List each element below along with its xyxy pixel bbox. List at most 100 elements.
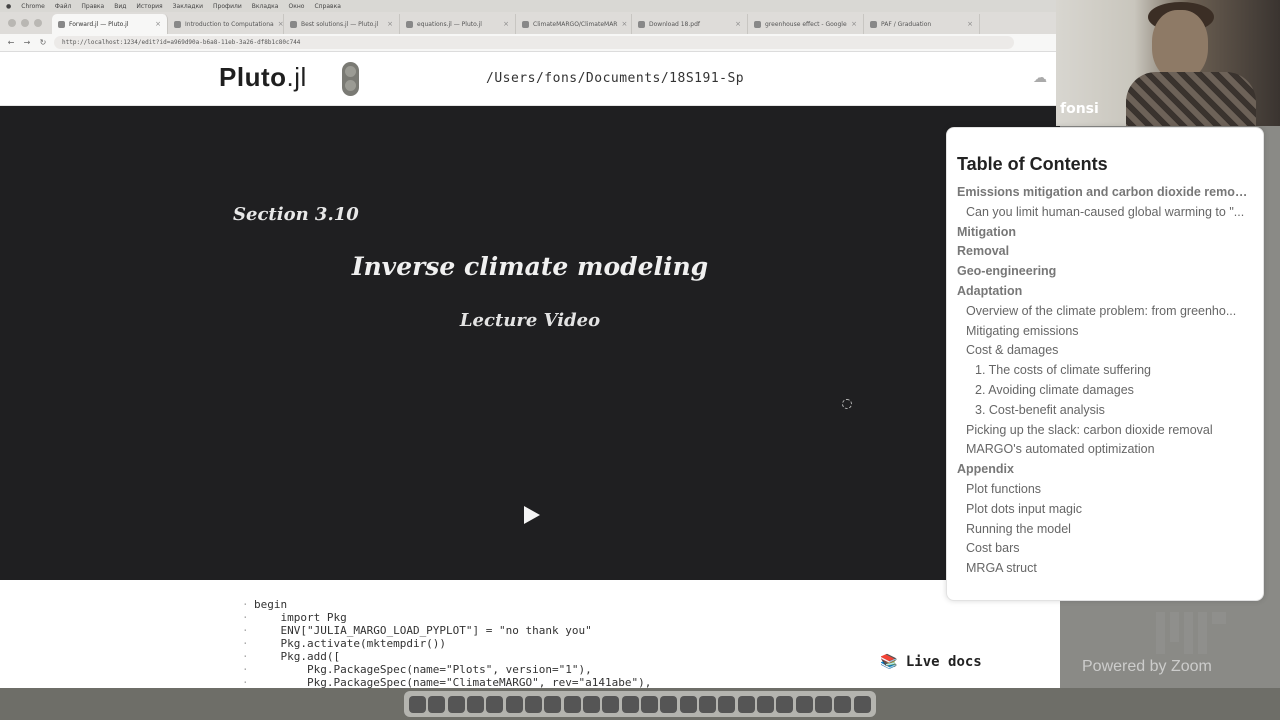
pluto-logo[interactable]: Pluto.jl	[219, 62, 307, 93]
forward-icon[interactable]: →	[22, 38, 32, 47]
browser-tab[interactable]: Introduction to Computationa ×	[168, 14, 284, 34]
dock-app-icon[interactable]	[699, 695, 717, 713]
toc-item[interactable]: Mitigation	[957, 225, 1253, 245]
close-tab-icon[interactable]: ×	[278, 20, 283, 28]
toc-item[interactable]: Adaptation	[957, 284, 1253, 304]
tab-favicon-icon	[638, 20, 645, 28]
close-tab-icon[interactable]: ×	[851, 20, 857, 28]
toc-item[interactable]: MARGO's automated optimization	[957, 442, 1253, 462]
toc-item[interactable]: 2. Avoiding climate damages	[957, 383, 1253, 403]
dock-app-icon[interactable]	[602, 695, 620, 713]
macos-dock	[404, 691, 876, 717]
close-tab-icon[interactable]: ×	[621, 20, 627, 28]
dock-app-icon[interactable]	[467, 695, 485, 713]
browser-tab[interactable]: greenhouse effect - Google ×	[748, 14, 864, 34]
url-input[interactable]: http://localhost:1234/edit?id=a969d90a-b…	[54, 36, 1014, 49]
toc-item[interactable]: MRGA struct	[957, 561, 1253, 581]
close-tab-icon[interactable]: ×	[735, 20, 741, 28]
toc-item[interactable]: Mitigating emissions	[957, 324, 1253, 344]
toc-item[interactable]: Plot dots input magic	[957, 502, 1253, 522]
browser-tab[interactable]: Forward.jl — Pluto.jl ×	[52, 14, 168, 34]
play-icon[interactable]	[524, 506, 540, 524]
menu-item[interactable]: Файл	[55, 3, 72, 10]
dock-app-icon[interactable]	[505, 695, 523, 713]
tab-label: equations.jl — Pluto.jl	[417, 20, 482, 28]
code-line: · Pkg.add([	[242, 650, 341, 663]
dock-app-icon[interactable]	[718, 695, 736, 713]
toc-item[interactable]: Overview of the climate problem: from gr…	[957, 304, 1253, 324]
toc-item[interactable]: Running the model	[957, 522, 1253, 542]
dock-app-icon[interactable]	[853, 695, 871, 713]
close-window-icon[interactable]	[8, 19, 16, 27]
address-bar: ← → ↻ http://localhost:1234/edit?id=a969…	[0, 34, 1060, 52]
dock-app-icon[interactable]	[621, 695, 639, 713]
toc-item[interactable]: Removal	[957, 244, 1253, 264]
browser-tab[interactable]: equations.jl — Pluto.jl ×	[400, 14, 516, 34]
logo-suffix: .jl	[286, 62, 307, 92]
dock-app-icon[interactable]	[660, 695, 678, 713]
close-tab-icon[interactable]: ×	[155, 20, 161, 28]
browser-tab[interactable]: ClimateMARGO/ClimateMAR ×	[516, 14, 632, 34]
menu-item[interactable]: Chrome	[21, 3, 45, 10]
menu-item[interactable]: Закладки	[173, 3, 203, 10]
toc-item[interactable]: Emissions mitigation and carbon dioxide …	[957, 185, 1253, 205]
code-cell[interactable]: · begin · import Pkg · ENV["JULIA_MARGO_L…	[222, 598, 862, 688]
dock-app-icon[interactable]	[834, 695, 852, 713]
dock-app-icon[interactable]	[544, 695, 562, 713]
menu-item[interactable]: Справка	[314, 3, 340, 10]
notebook-path-input[interactable]: /Users/fons/Documents/18S191-Spr	[486, 71, 744, 86]
browser-tab[interactable]: Download 18.pdf ×	[632, 14, 748, 34]
dock-app-icon[interactable]	[795, 695, 813, 713]
dock-app-icon[interactable]	[409, 695, 427, 713]
lecture-video-label: Lecture Video	[459, 310, 601, 331]
code-text: Pkg.PackageSpec(name="ClimateMARGO", rev…	[254, 676, 652, 688]
dock-app-icon[interactable]	[679, 695, 697, 713]
dock-app-icon[interactable]	[641, 695, 659, 713]
tab-favicon-icon	[406, 20, 413, 28]
toc-item[interactable]: Cost & damages	[957, 343, 1253, 363]
toc-item[interactable]: Picking up the slack: carbon dioxide rem…	[957, 423, 1253, 443]
toc-item[interactable]: Appendix	[957, 462, 1253, 482]
dock-app-icon[interactable]	[525, 695, 543, 713]
back-icon[interactable]: ←	[6, 38, 16, 47]
tab-label: ClimateMARGO/ClimateMAR	[533, 20, 618, 28]
browser-tab[interactable]: PAF / Graduation ×	[864, 14, 980, 34]
mit-logo-icon	[1156, 612, 1226, 654]
dock-app-icon[interactable]	[737, 695, 755, 713]
dock-app-icon[interactable]	[563, 695, 581, 713]
dock-app-icon[interactable]	[776, 695, 794, 713]
menu-item[interactable]: Профили	[213, 3, 242, 10]
dock-app-icon[interactable]	[428, 695, 446, 713]
dock-app-icon[interactable]	[447, 695, 465, 713]
toc-item[interactable]: Geo-engineering	[957, 264, 1253, 284]
code-text: Pkg.add([	[254, 650, 341, 663]
reload-icon[interactable]: ↻	[38, 38, 48, 47]
close-tab-icon[interactable]: ×	[967, 20, 973, 28]
menu-item[interactable]: Окно	[288, 3, 304, 10]
live-docs-button[interactable]: 📚 Live docs	[880, 654, 982, 670]
menu-item[interactable]: История	[136, 3, 162, 10]
save-status-icon[interactable]: ☁	[1033, 70, 1051, 86]
toc-item[interactable]: Cost bars	[957, 541, 1253, 561]
close-tab-icon[interactable]: ×	[387, 20, 393, 28]
minimize-window-icon[interactable]	[21, 19, 29, 27]
toc-item[interactable]: 1. The costs of climate suffering	[957, 363, 1253, 383]
menu-item[interactable]: Вид	[114, 3, 126, 10]
dock-app-icon[interactable]	[583, 695, 601, 713]
dock-app-icon[interactable]	[757, 695, 775, 713]
close-tab-icon[interactable]: ×	[503, 20, 509, 28]
tab-favicon-icon	[870, 20, 877, 28]
menu-item[interactable]: Вкладка	[252, 3, 279, 10]
menu-item[interactable]: Правка	[81, 3, 104, 10]
participant-name: fonsi	[1060, 101, 1099, 117]
toc-item[interactable]: Plot functions	[957, 482, 1253, 502]
toc-item[interactable]: Can you limit human-caused global warmin…	[957, 205, 1253, 225]
toc-item[interactable]: 3. Cost-benefit analysis	[957, 403, 1253, 423]
apple-icon[interactable]: ●	[6, 3, 11, 10]
tab-label: Forward.jl — Pluto.jl	[69, 20, 129, 28]
browser-tab[interactable]: Best solutions.jl — Pluto.jl ×	[284, 14, 400, 34]
maximize-window-icon[interactable]	[34, 19, 42, 27]
dock-app-icon[interactable]	[486, 695, 504, 713]
code-line: · begin	[242, 598, 288, 611]
dock-app-icon[interactable]	[815, 695, 833, 713]
